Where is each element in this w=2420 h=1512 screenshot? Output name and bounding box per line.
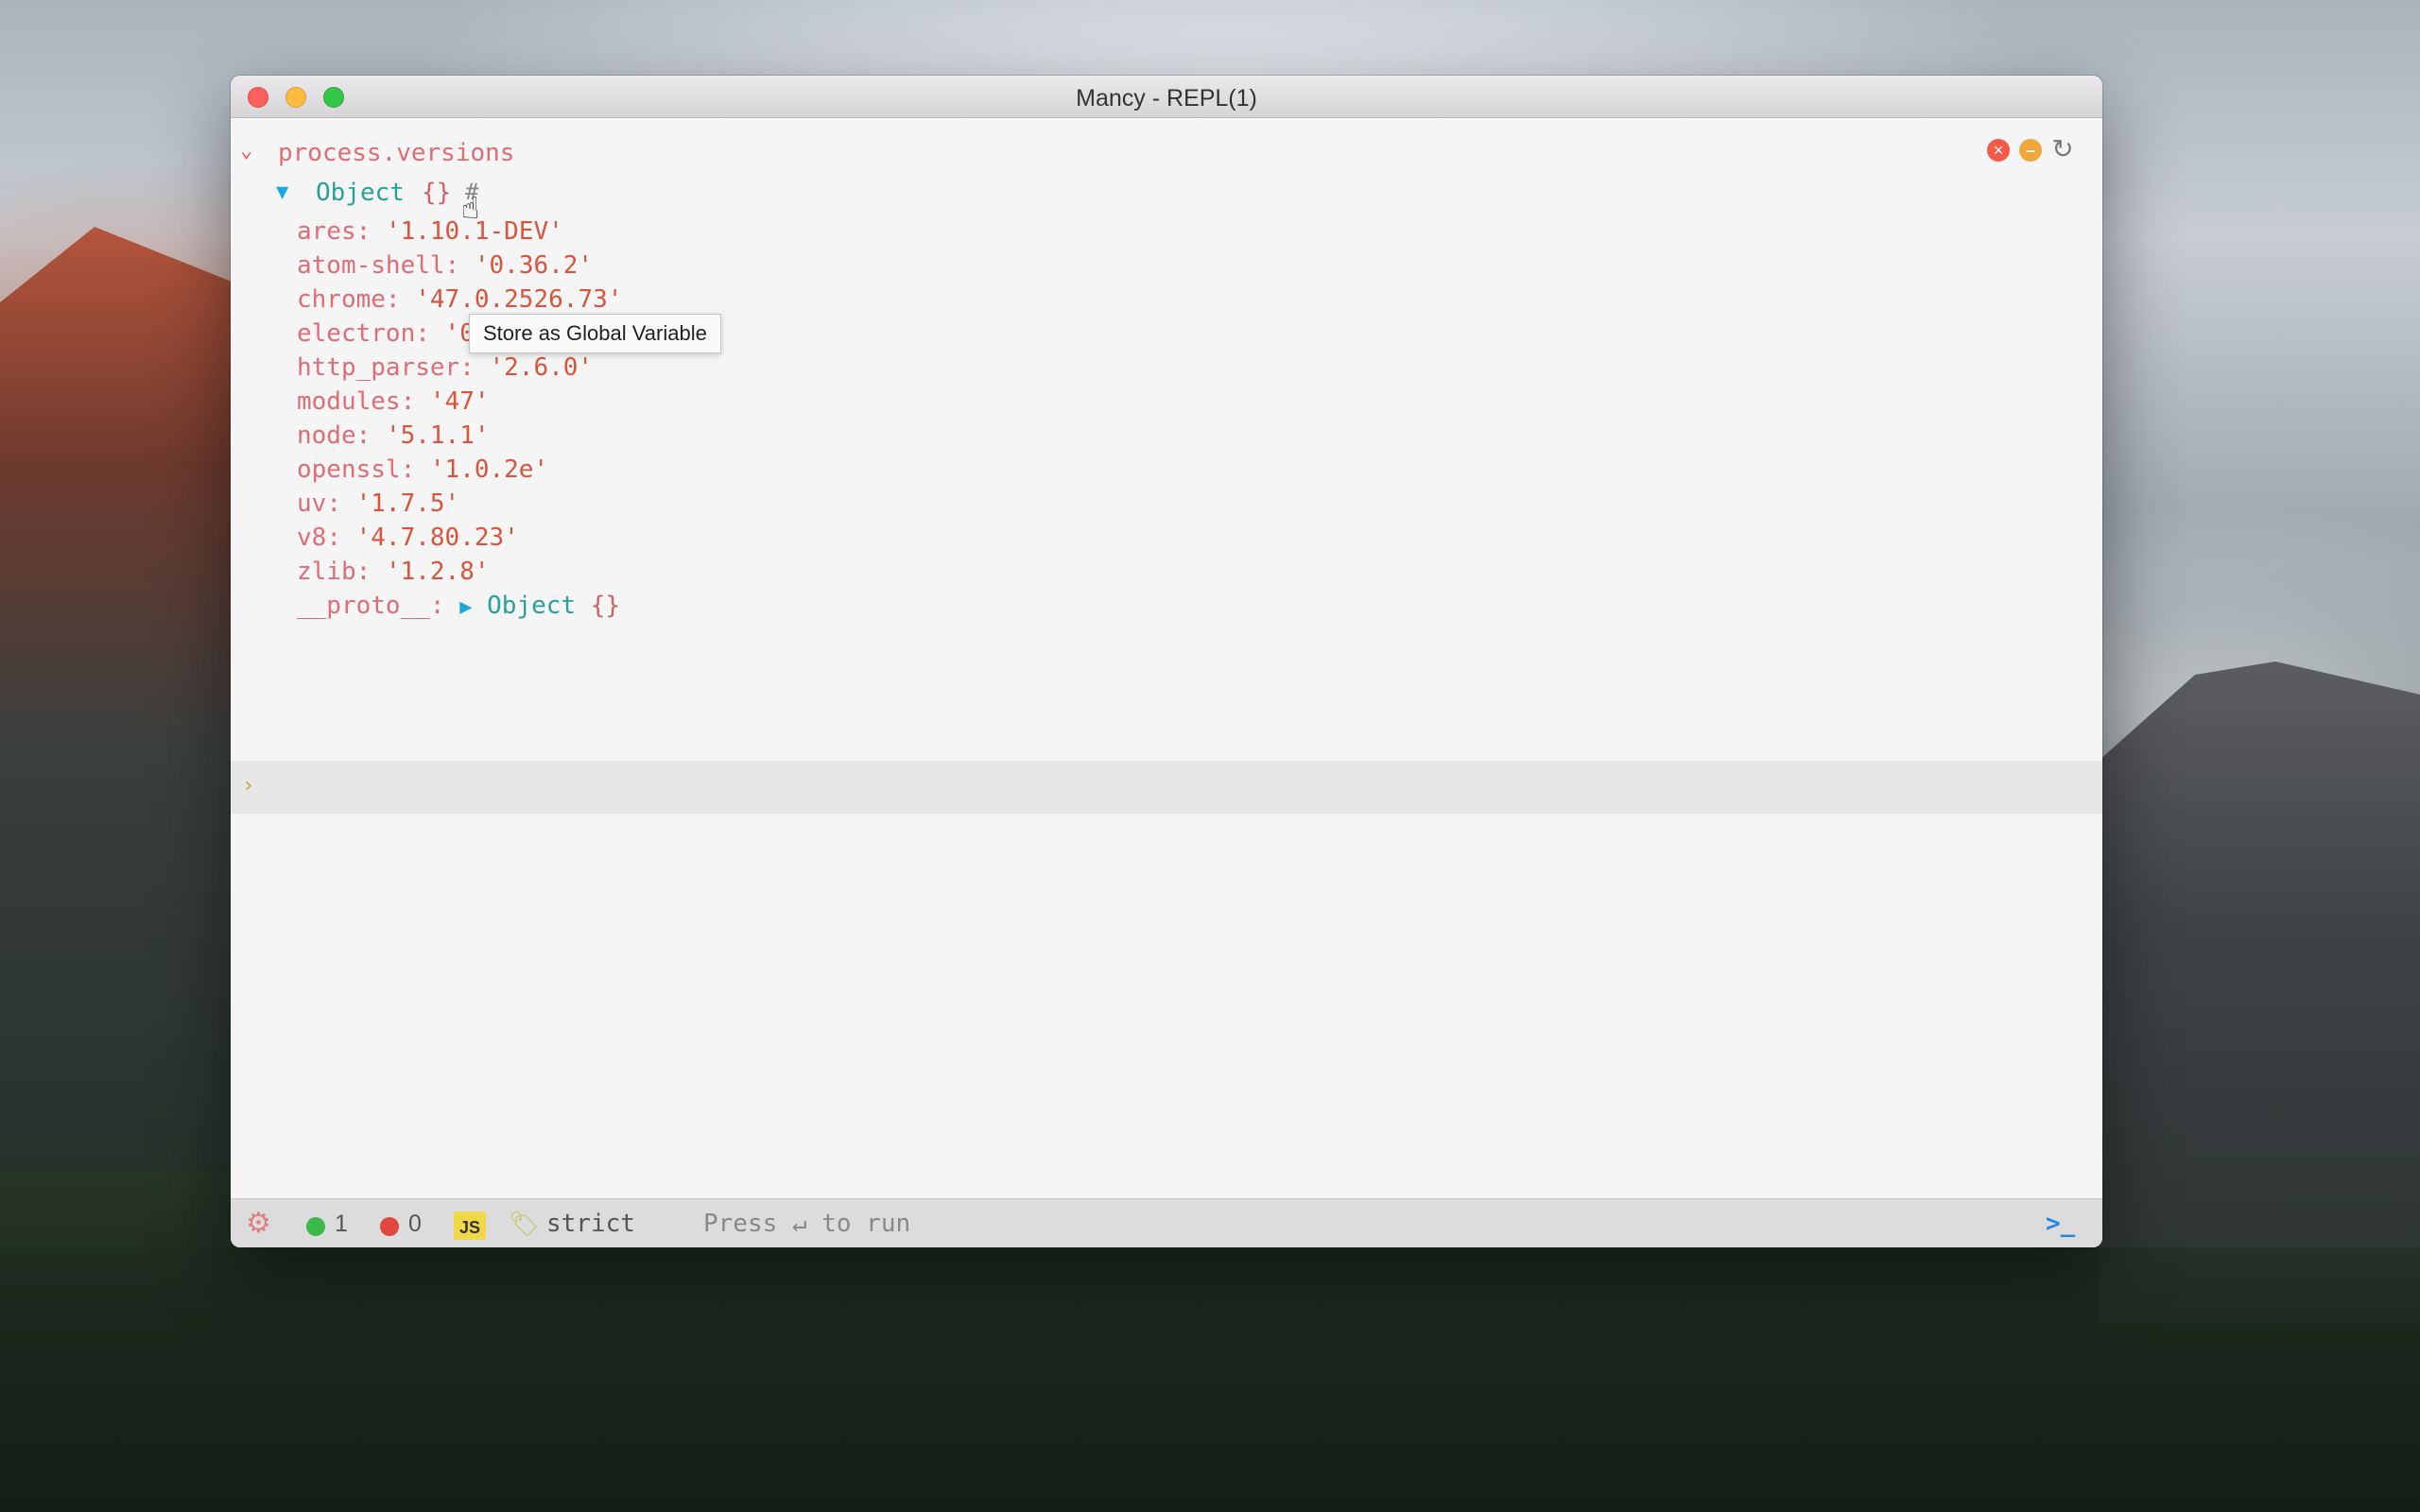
error-dot-icon (380, 1217, 399, 1236)
property-key: modules (297, 387, 401, 416)
command-text: process.versions (278, 139, 515, 167)
property-row: v8: '4.7.80.23' (297, 524, 519, 552)
result-object-header: ▼ Object {} # ☝ (231, 177, 1176, 226)
property-value: '4.7.80.23' (355, 524, 519, 552)
error-count[interactable]: 0 (408, 1209, 422, 1239)
property-key: http_parser (297, 353, 460, 382)
chevron-down-icon[interactable]: ⌄ (240, 139, 252, 163)
minus-circle-icon[interactable]: – (2019, 139, 2042, 162)
reload-icon[interactable]: ↻ (2051, 136, 2074, 163)
property-key: v8 (297, 524, 327, 552)
property-value: '5.1.1' (385, 421, 490, 450)
prompt-row[interactable]: › (231, 761, 2102, 814)
property-row: uv: '1.7.5' (297, 490, 460, 518)
property-row: zlib: '1.2.8' (297, 558, 490, 586)
property-key: electron (297, 319, 416, 348)
property-row: chrome: '47.0.2526.73' (297, 285, 623, 314)
title-bar[interactable]: Mancy - REPL(1) (231, 76, 2102, 118)
property-key: atom-shell (297, 251, 445, 280)
property-key: node (297, 421, 356, 450)
property-value: '47.0.2526.73' (415, 285, 623, 314)
property-key: openssl (297, 455, 401, 484)
property-value: '1.7.5' (355, 490, 460, 518)
proto-key: __proto__: (297, 592, 445, 620)
repl-output-area: ⌄ process.versions × – ↻ ▼ Object {} # ☝… (231, 118, 2102, 1247)
prompt-arrow-icon: › (242, 774, 255, 798)
property-row: http_parser: '2.6.0' (297, 353, 594, 382)
proto-row: __proto__: ▶ Object {} (297, 589, 622, 623)
window-title: Mancy - REPL(1) (1076, 85, 1257, 112)
proto-type-label[interactable]: Object (487, 592, 576, 620)
property-key: chrome (297, 285, 386, 314)
success-count[interactable]: 1 (335, 1209, 348, 1239)
property-row: ares: '1.10.1-DEV' (297, 217, 563, 246)
property-value: '1.2.8' (385, 558, 490, 586)
close-circle-icon[interactable]: × (1987, 139, 2010, 162)
run-hint: Press ↵ to run (703, 1210, 911, 1238)
property-value: '1.0.2e' (429, 455, 549, 484)
expand-triangle-right-icon[interactable]: ▶ (459, 595, 472, 619)
js-language-badge[interactable]: JS (454, 1211, 486, 1240)
object-braces: {} (422, 179, 452, 207)
property-row: openssl: '1.0.2e' (297, 455, 549, 484)
expand-triangle-icon[interactable]: ▼ (276, 180, 288, 204)
store-global-tooltip: Store as Global Variable (469, 314, 721, 353)
repl-input[interactable] (274, 770, 2074, 806)
property-key: zlib (297, 558, 356, 586)
status-bar: ⚙ 1 0 JS 🏷 strict Press ↵ to run >_ (231, 1198, 2102, 1247)
tag-icon: 🏷 (509, 1210, 541, 1238)
property-value: '0.36.2' (474, 251, 594, 280)
desktop-valley (0, 1247, 2420, 1512)
mode-label[interactable]: strict (546, 1209, 635, 1239)
property-value: '1.10.1-DEV' (385, 217, 563, 246)
property-key: uv (297, 490, 327, 518)
object-type-label[interactable]: Object (316, 179, 405, 207)
success-dot-icon (306, 1217, 325, 1236)
property-row: atom-shell: '0.36.2' (297, 251, 594, 280)
proto-braces: {} (590, 592, 620, 620)
property-row: modules: '47' (297, 387, 490, 416)
desktop-cliff-left (0, 227, 236, 1172)
terminal-icon[interactable]: >_ (2046, 1209, 2075, 1239)
gear-icon[interactable]: ⚙ (246, 1209, 271, 1239)
property-key: ares (297, 217, 356, 246)
property-value: '47' (429, 387, 490, 416)
app-window: Mancy - REPL(1) ⌄ process.versions × – ↻… (231, 76, 2102, 1247)
property-row: node: '5.1.1' (297, 421, 490, 450)
desktop-cliff-right (2099, 662, 2420, 1323)
property-value: '2.6.0' (489, 353, 594, 382)
command-entry: ⌄ process.versions (231, 135, 2102, 173)
property-list: ares: '1.10.1-DEV' atom-shell: '0.36.2' … (297, 215, 622, 623)
